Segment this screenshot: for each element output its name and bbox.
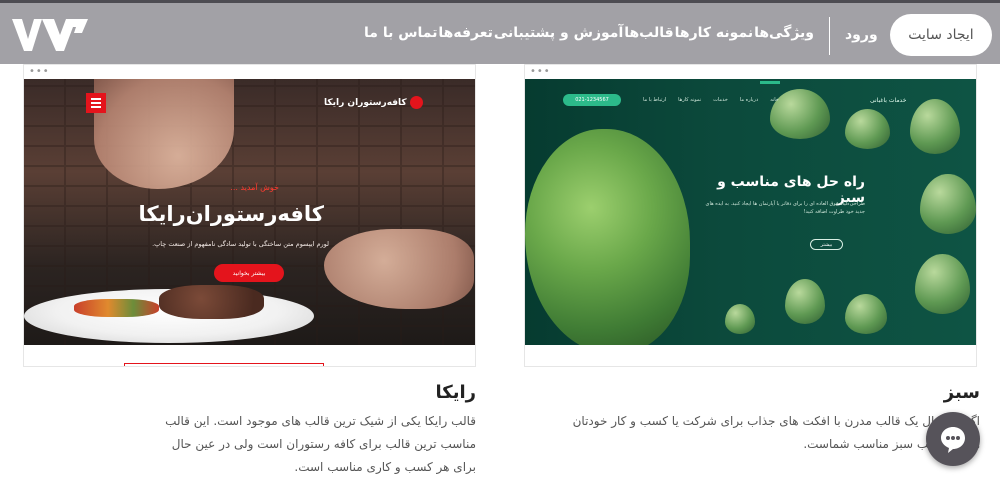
active-indicator	[760, 81, 780, 84]
hamburger-icon[interactable]	[86, 93, 106, 113]
leaf-image	[845, 109, 890, 149]
preview-more-button[interactable]: بیشتر	[810, 239, 843, 250]
preview-nav-item[interactable]: نمونه کارها	[678, 97, 701, 103]
nav-contact[interactable]: تماس با ما	[364, 25, 437, 45]
create-site-button[interactable]: ایجاد سایت	[890, 14, 992, 56]
login-link[interactable]: ورود	[845, 27, 878, 43]
main-nav: ویژگی‌ها نمونه کارها قالب‌ها آموزش و پشت…	[364, 25, 814, 45]
preview-heading: کافه‌رستوران‌رایکا	[138, 202, 324, 226]
template-preview-raika[interactable]: کافه‌رستوران رایکا خوش آمدید ... کافه‌رس…	[24, 79, 475, 345]
leaf-image	[725, 304, 755, 334]
preview-welcome: خوش آمدید ...	[230, 183, 279, 192]
preview-nav-item[interactable]: درباره ما	[740, 97, 758, 103]
site-logo[interactable]	[8, 13, 90, 57]
nav-divider	[829, 17, 830, 55]
preview-read-more-button[interactable]: بیشتر بخوانید	[214, 264, 284, 282]
preview-brand: کافه‌رستوران رایکا	[324, 96, 423, 109]
preview-brand: خدمات باغبانی	[870, 97, 907, 104]
top-navbar: ویژگی‌ها نمونه کارها قالب‌ها آموزش و پشت…	[0, 0, 1000, 64]
leaf-image	[785, 279, 825, 324]
logo-mark	[409, 96, 423, 109]
preview-nav-item[interactable]: خانه	[770, 97, 779, 103]
chat-icon	[941, 427, 965, 453]
template-description-raika: قالب رایکا یکی از شیک ترین قالب های موجو…	[165, 414, 476, 474]
preview-subtext: لورم ایپسوم متن ساختگی با تولید سادگی نا…	[152, 240, 329, 248]
vegetables-image	[74, 299, 159, 317]
window-dots: •••	[530, 66, 551, 77]
decorative-line	[124, 363, 324, 366]
nav-learning-support[interactable]: آموزش و پشتیبانی	[494, 25, 623, 45]
leaf-image	[845, 294, 887, 334]
template-title-raika[interactable]: رایکا	[435, 382, 476, 403]
preview-phone-pill[interactable]: 021-1234567	[563, 94, 621, 106]
nav-pricing[interactable]: تعرفه‌ها	[438, 25, 493, 45]
window-dots: •••	[29, 66, 50, 77]
bush-image	[525, 129, 690, 345]
preview-nav-item[interactable]: خدمات	[713, 97, 728, 103]
chat-button[interactable]	[926, 412, 980, 466]
preview-nav-item[interactable]: ارتباط با ما	[643, 97, 666, 103]
preview-nav: خانه درباره ما خدمات نمونه کارها ارتباط …	[643, 97, 779, 103]
preview-subtext: طراحی گیاه فوق العاده ای را برای دفاتر ی…	[705, 201, 865, 215]
template-title-sabz[interactable]: سبز	[940, 382, 980, 403]
template-card-raika[interactable]: ••• کافه‌رستوران رایکا خوش آمدید ... کاف…	[23, 64, 476, 367]
template-card-sabz[interactable]: ••• 021-1234567 خانه درباره ما خدمات نمو…	[524, 64, 977, 367]
steak-image	[159, 285, 264, 319]
nav-portfolio[interactable]: نمونه کارها	[675, 25, 753, 45]
template-preview-sabz[interactable]: 021-1234567 خانه درباره ما خدمات نمونه ک…	[525, 79, 976, 345]
template-description-sabz: اگر به دنبال یک قالب مدرن با افکت های جذ…	[572, 414, 980, 451]
nav-templates[interactable]: قالب‌ها	[624, 25, 673, 45]
nav-features[interactable]: ویژگی‌ها	[754, 25, 814, 45]
